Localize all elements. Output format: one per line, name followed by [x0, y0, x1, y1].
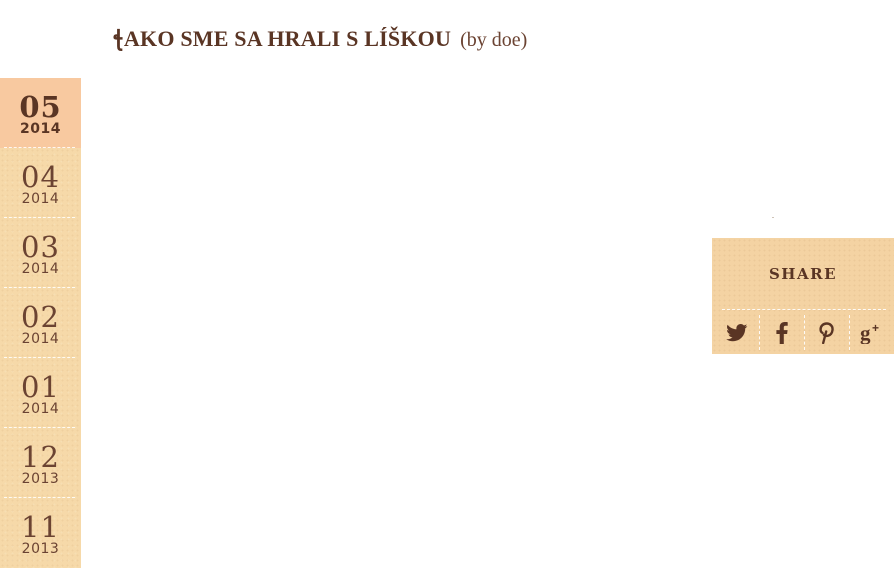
divider-dot	[772, 217, 774, 218]
archive-item-2014-05[interactable]: 05 2014	[0, 78, 81, 148]
archive-year: 2014	[20, 121, 61, 137]
archive-month: 03	[21, 230, 60, 264]
archive-item-2014-02[interactable]: 02 2014	[0, 288, 81, 358]
archive-month: 12	[21, 440, 60, 474]
archive-item-2014-01[interactable]: 01 2014	[0, 358, 81, 428]
post-title-bar: ꞎAKO SME SA HRALI S LÍŠKOU (by doe)	[113, 26, 527, 58]
archive-year: 2014	[21, 331, 60, 347]
archive-month: 11	[21, 510, 60, 544]
share-divider	[722, 309, 886, 310]
svg-text:g: g	[860, 322, 871, 344]
share-icons-row: g +	[714, 311, 894, 354]
archive-month: 04	[21, 160, 60, 194]
post-author: (by doe)	[460, 29, 528, 51]
svg-text:+: +	[872, 322, 879, 335]
share-google-plus-button[interactable]: g +	[849, 311, 894, 354]
twitter-icon	[725, 323, 747, 341]
share-facebook-button[interactable]	[759, 311, 804, 354]
archive-year: 2014	[21, 401, 60, 417]
post-title[interactable]: ꞎAKO SME SA HRALI S LÍŠKOU	[113, 26, 451, 52]
archive-year: 2014	[21, 261, 60, 277]
google-plus-icon: g +	[860, 322, 879, 344]
archive-item-2013-12[interactable]: 12 2013	[0, 428, 81, 498]
facebook-icon	[775, 321, 788, 344]
archive-sidebar: 05 2014 04 2014 03 2014 02 2014 01 2014 …	[0, 78, 81, 568]
archive-item-2014-04[interactable]: 04 2014	[0, 148, 81, 218]
archive-year: 2013	[21, 541, 60, 557]
archive-month: 01	[21, 370, 60, 404]
archive-item-2014-03[interactable]: 03 2014	[0, 218, 81, 288]
archive-year: 2013	[21, 471, 60, 487]
archive-month: 02	[21, 300, 60, 334]
share-pinterest-button[interactable]	[804, 311, 849, 354]
pinterest-icon	[818, 321, 834, 344]
share-label: SHARE	[768, 265, 838, 283]
share-twitter-button[interactable]	[714, 311, 759, 354]
share-box: SHARE g +	[712, 238, 894, 354]
archive-item-2013-11[interactable]: 11 2013	[0, 498, 81, 568]
archive-month: 05	[19, 90, 62, 124]
archive-year: 2014	[21, 191, 60, 207]
